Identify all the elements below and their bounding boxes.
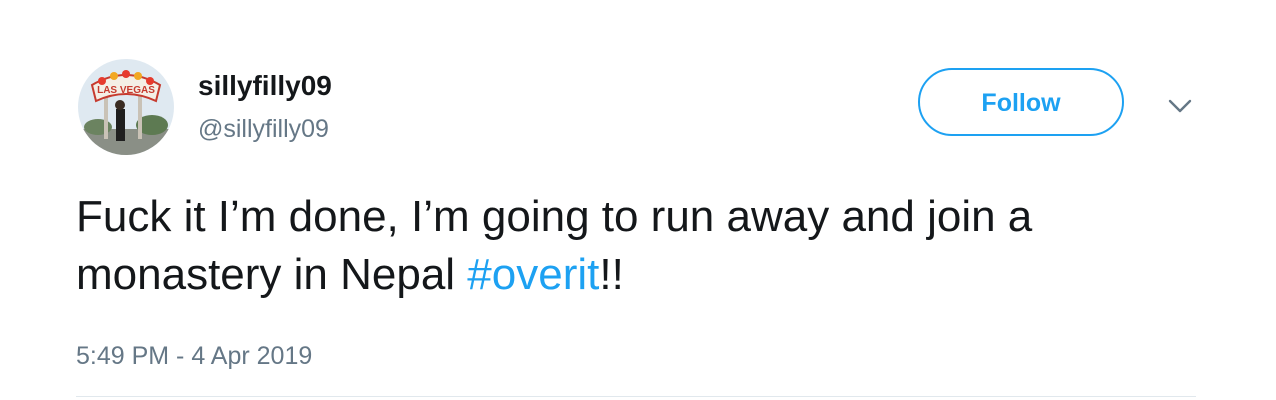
avatar[interactable]: LAS VEGAS — [78, 59, 174, 155]
avatar-image: LAS VEGAS — [78, 59, 174, 155]
avatar-sign-text: LAS VEGAS — [97, 85, 155, 96]
display-name[interactable]: sillyfilly09 — [198, 70, 332, 102]
tweet-timestamp[interactable]: 5:49 PM - 4 Apr 2019 — [76, 341, 312, 371]
hashtag-link[interactable]: #overit — [467, 250, 599, 299]
follow-button[interactable]: Follow — [918, 68, 1124, 136]
user-handle[interactable]: @sillyfilly09 — [198, 114, 329, 144]
tweet-text-tail: !! — [599, 250, 624, 299]
tweet-text: Fuck it I’m done, I’m going to run away … — [76, 188, 1226, 304]
chevron-down-icon[interactable] — [1166, 96, 1194, 116]
tweet-card: LAS VEGAS sillyfilly09 @sillyfilly09 Fol… — [0, 0, 1276, 400]
divider — [76, 396, 1196, 397]
